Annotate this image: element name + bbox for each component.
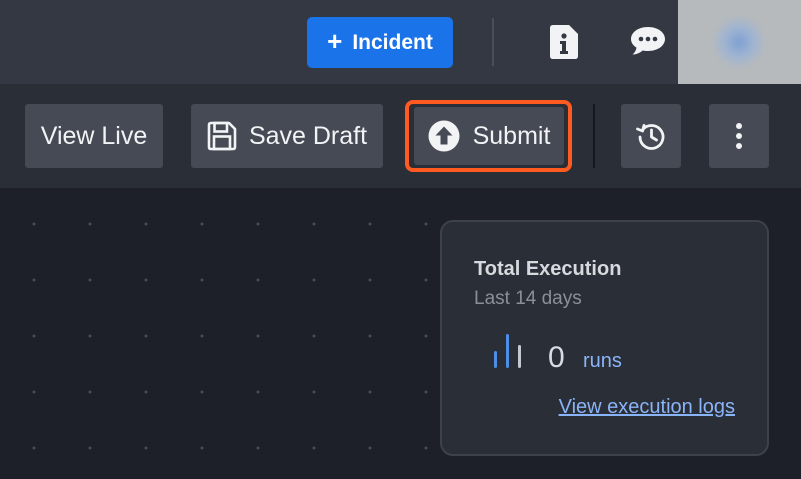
incident-button-label: Incident — [352, 30, 433, 54]
avatar-area[interactable] — [678, 0, 801, 84]
user-avatar[interactable] — [713, 17, 765, 67]
history-button[interactable] — [621, 104, 681, 168]
total-execution-card: Total Execution Last 14 days 0 runs View… — [440, 220, 769, 456]
view-live-label: View Live — [40, 121, 148, 150]
floppy-disk-icon — [207, 121, 237, 151]
save-draft-button[interactable]: Save Draft — [191, 104, 383, 168]
save-draft-label: Save Draft — [248, 121, 368, 150]
submit-button[interactable]: Submit — [414, 107, 564, 165]
plus-icon: + — [327, 26, 343, 56]
editor-toolbar: View Live Save Draft Submit — [0, 84, 801, 188]
submit-label: Submit — [472, 121, 551, 150]
top-bar-divider — [492, 18, 494, 66]
chat-icon[interactable] — [630, 26, 666, 56]
upload-arrow-icon — [428, 120, 460, 152]
incident-button[interactable]: + Incident — [307, 17, 453, 68]
more-vertical-icon — [736, 123, 742, 149]
bar-chart-icon — [494, 334, 521, 368]
view-execution-logs-link[interactable]: View execution logs — [559, 396, 735, 419]
execution-unit: runs — [583, 350, 622, 372]
card-title: Total Execution — [474, 258, 622, 280]
card-subtitle: Last 14 days — [474, 288, 582, 309]
info-icon[interactable] — [550, 25, 578, 59]
toolbar-divider — [593, 104, 595, 168]
history-clock-icon — [636, 124, 665, 150]
view-live-button[interactable]: View Live — [25, 104, 163, 168]
more-options-button[interactable] — [709, 104, 769, 168]
execution-count: 0 — [548, 341, 565, 374]
top-bar: + Incident — [0, 0, 801, 84]
